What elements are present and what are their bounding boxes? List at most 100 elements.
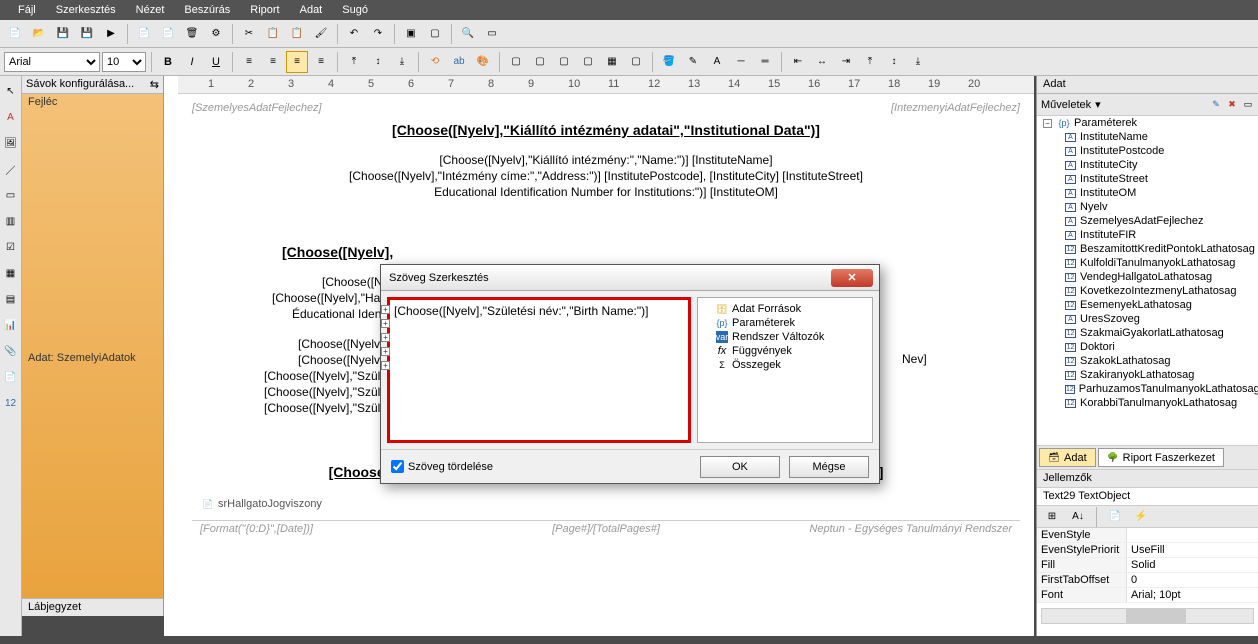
ops-view-icon[interactable]: ▭ (1242, 99, 1254, 111)
param-InstituteFIR[interactable]: AInstituteFIR (1037, 228, 1258, 242)
barcode-tool-icon[interactable]: ▥ (0, 210, 22, 232)
placeholder-right[interactable]: [IntezmenyiAdatFejlechez] (891, 102, 1020, 114)
doc-line-1[interactable]: [Choose([Nyelv],"Kiállító intézmény:","N… (192, 152, 1020, 168)
expression-text[interactable]: [Choose([Nyelv],"Születési név:","Birth … (394, 304, 684, 318)
ops-delete-icon[interactable]: ✖ (1226, 99, 1238, 111)
band-header[interactable]: Fejléc (22, 94, 163, 110)
text-tool-icon[interactable]: A (0, 106, 22, 128)
valign-mid-icon[interactable]: ↕ (367, 51, 389, 73)
matrix-tool-icon[interactable]: ▤ (0, 288, 22, 310)
prop-EvenStyle[interactable]: EvenStyle (1037, 528, 1258, 543)
band-footer[interactable]: Lábjegyzet (22, 598, 163, 616)
table-tool-icon[interactable]: ▦ (0, 262, 22, 284)
bands-header[interactable]: Sávok konfigurálása...⇆ (22, 76, 163, 94)
align-justify-icon[interactable]: ≡ (310, 51, 332, 73)
line-tool-icon[interactable]: ／ (0, 158, 22, 180)
fillcolor-icon[interactable]: 🪣 (658, 51, 680, 73)
select-icon[interactable]: ▭ (481, 23, 503, 45)
font-size-select[interactable]: 10 (102, 52, 146, 72)
snap-t-icon[interactable]: ⤒ (859, 51, 881, 73)
format-icon[interactable]: 🖌 (310, 23, 332, 45)
snap-l-icon[interactable]: ⇤ (787, 51, 809, 73)
expression-editor[interactable]: [Choose([Nyelv],"Születési név:","Birth … (387, 297, 691, 443)
snap-r-icon[interactable]: ⇥ (835, 51, 857, 73)
data-tree[interactable]: −{p}Paraméterek AInstituteNameAInstitute… (1037, 116, 1258, 446)
dlg-tree-params[interactable]: +{p}Paraméterek (702, 316, 868, 330)
group-icon[interactable]: ▣ (400, 23, 422, 45)
doc-right-frag[interactable]: Nev] (902, 352, 927, 366)
dlg-tree-totals[interactable]: +ΣÖsszegek (702, 358, 868, 372)
border-none-icon[interactable]: ▢ (625, 51, 647, 73)
chart-tool-icon[interactable]: 📊 (0, 314, 22, 336)
preview-icon[interactable]: ▶ (100, 23, 122, 45)
new-icon[interactable]: 📄 (4, 23, 26, 45)
param-InstitutePostcode[interactable]: AInstitutePostcode (1037, 144, 1258, 158)
param-SzemelyesAdatFejlechez[interactable]: ASzemelyesAdatFejlechez (1037, 214, 1258, 228)
param-SzakiranyokLathatosag[interactable]: 12SzakiranyokLathatosag (1037, 368, 1258, 382)
saveall-icon[interactable]: 💾 (76, 23, 98, 45)
menu-view[interactable]: Nézet (126, 4, 175, 16)
doc-line-2[interactable]: [Choose([Nyelv],"Intézmény címe:","Addre… (192, 168, 1020, 184)
footer-pages[interactable]: [Page#]/[TotalPages#] (552, 523, 660, 535)
italic-icon[interactable]: I (181, 51, 203, 73)
subreport-ref[interactable]: 📄 srHallgatoJogviszony (192, 494, 1020, 516)
ok-button[interactable]: OK (700, 456, 780, 478)
picture-tool-icon[interactable]: 🖼 (0, 132, 22, 154)
placeholder-left[interactable]: [SzemelyesAdatFejlechez] (192, 102, 322, 114)
param-KorabbiTanulmanyokLathatosag[interactable]: 12KorabbiTanulmanyokLathatosag (1037, 396, 1258, 410)
param-UresSzoveg[interactable]: AUresSzoveg (1037, 312, 1258, 326)
menu-data[interactable]: Adat (290, 4, 333, 16)
menu-insert[interactable]: Beszúrás (174, 4, 240, 16)
dlg-tree-functions[interactable]: +fxFüggvények (702, 344, 868, 358)
param-Nyelv[interactable]: ANyelv (1037, 200, 1258, 214)
border-all-icon[interactable]: ▦ (601, 51, 623, 73)
zip-tool-icon[interactable]: 📎 (0, 340, 22, 362)
prop-EvenStylePriorit[interactable]: EvenStylePrioritUseFill (1037, 543, 1258, 558)
snap-c-icon[interactable]: ↔ (811, 51, 833, 73)
border-2-icon[interactable]: ▢ (529, 51, 551, 73)
pagenum-tool-icon[interactable]: 12 (0, 392, 22, 414)
ops-label[interactable]: Műveletek (1041, 99, 1091, 111)
snap-b-icon[interactable]: ⤓ (907, 51, 929, 73)
align-center-icon[interactable]: ≡ (262, 51, 284, 73)
props-page-icon[interactable]: 📄 (1104, 506, 1126, 528)
font-family-select[interactable]: Arial (4, 52, 100, 72)
selected-object[interactable]: Text29 TextObject (1037, 488, 1258, 506)
valign-bot-icon[interactable]: ⤓ (391, 51, 413, 73)
ops-edit-icon[interactable]: ✎ (1210, 99, 1222, 111)
page-add-icon[interactable]: 📄 (133, 23, 155, 45)
highlight-icon[interactable]: ab (448, 51, 470, 73)
redo-icon[interactable]: ↷ (367, 23, 389, 45)
page-del-icon[interactable]: 🗑 (181, 23, 203, 45)
text-rotate-icon[interactable]: ⟲ (424, 51, 446, 73)
check-tool-icon[interactable]: ☑ (0, 236, 22, 258)
param-KovetkezoIntezmenyLathatosag[interactable]: 12KovetkezoIntezmenyLathatosag (1037, 284, 1258, 298)
border-3-icon[interactable]: ▢ (553, 51, 575, 73)
bands-collapse-icon[interactable]: ⇆ (150, 78, 159, 91)
param-InstituteOM[interactable]: AInstituteOM (1037, 186, 1258, 200)
subreport-tool-icon[interactable]: 📄 (0, 366, 22, 388)
textcolor-icon[interactable]: A (706, 51, 728, 73)
prop-Fill[interactable]: FillSolid (1037, 558, 1258, 573)
param-BeszamitottKreditPontokLathatosag[interactable]: 12BeszamitottKreditPontokLathatosag (1037, 242, 1258, 256)
cut-icon[interactable]: ✂ (238, 23, 260, 45)
props-cat-icon[interactable]: ⊞ (1041, 506, 1063, 528)
doc-line-3[interactable]: Educational Identification Number for In… (192, 184, 1020, 200)
menu-edit[interactable]: Szerkesztés (46, 4, 126, 16)
tab-data[interactable]: 🗃Adat (1039, 448, 1096, 467)
param-InstituteName[interactable]: AInstituteName (1037, 130, 1258, 144)
menu-help[interactable]: Sugó (332, 4, 378, 16)
linestyle-icon[interactable]: ─ (730, 51, 752, 73)
param-InstituteCity[interactable]: AInstituteCity (1037, 158, 1258, 172)
dlg-tree-datasources[interactable]: +🗄Adat Források (702, 302, 868, 316)
save-icon[interactable]: 💾 (52, 23, 74, 45)
param-KulfoldiTanulmanyokLathatosag[interactable]: 12KulfoldiTanulmanyokLathatosag (1037, 256, 1258, 270)
param-SzakokLathatosag[interactable]: 12SzakokLathatosag (1037, 354, 1258, 368)
snap-m-icon[interactable]: ↕ (883, 51, 905, 73)
page-add2-icon[interactable]: 📄 (157, 23, 179, 45)
underline-icon[interactable]: U (205, 51, 227, 73)
align-right-icon[interactable]: ≡ (286, 51, 308, 73)
props-az-icon[interactable]: A↓ (1067, 506, 1089, 528)
tab-tree[interactable]: 🌳Riport Faszerkezet (1098, 448, 1224, 467)
bold-icon[interactable]: B (157, 51, 179, 73)
